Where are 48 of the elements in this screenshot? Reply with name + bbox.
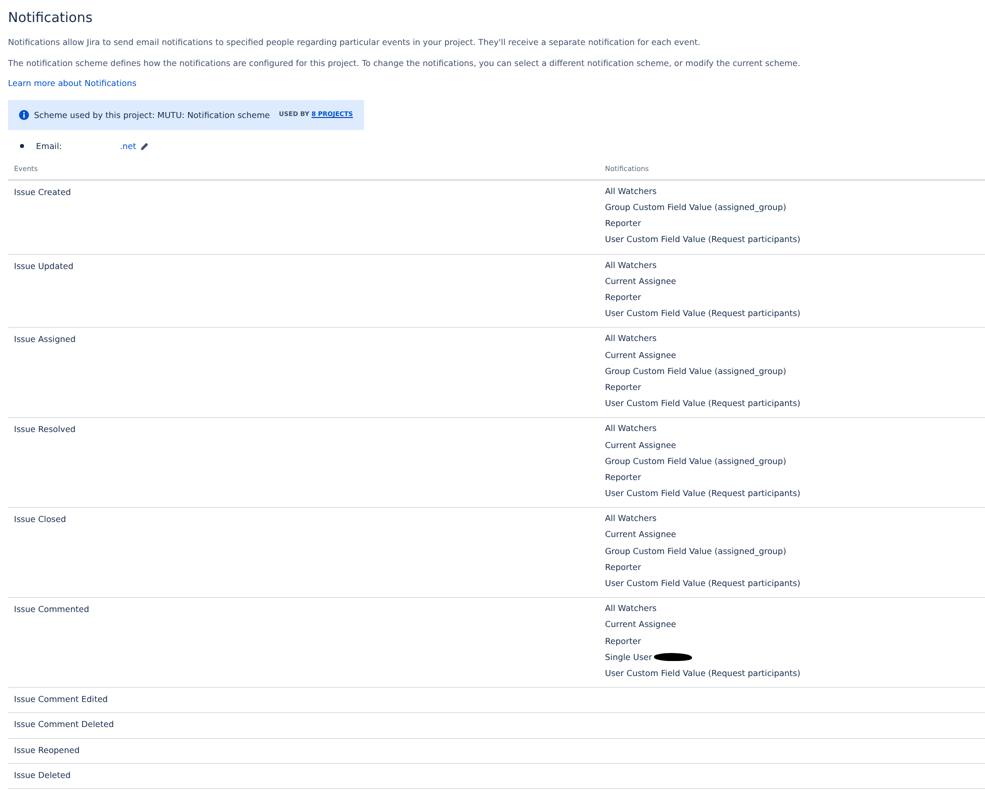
event-name: Issue Created — [14, 186, 71, 197]
notification-recipient: All Watchers — [605, 333, 657, 344]
event-name: Issue Reopened — [14, 744, 80, 754]
notification-recipient: Reporter — [605, 636, 642, 646]
notification-recipient: All Watchers — [605, 603, 657, 614]
event-name: Issue Assigned — [14, 334, 76, 344]
notification-recipient: Reporter — [605, 562, 642, 572]
notification-recipient: User Custom Field Value (Request participants) — [605, 308, 800, 318]
notification-recipient: Current Assignee — [605, 440, 676, 450]
notification-recipient: Group Custom Field Value (assigned_group) — [605, 202, 786, 212]
event-name: Issue Deleted — [14, 770, 71, 780]
notification-recipient: Single User — [605, 652, 652, 662]
notification-recipient: Group Custom Field Value (assigned_group) — [605, 546, 786, 556]
info-icon — [19, 110, 29, 120]
notification-recipient: Group Custom Field Value (assigned_group) — [605, 456, 786, 466]
event-name: Issue Comment Edited — [14, 694, 108, 704]
notification-recipient: Reporter — [605, 472, 642, 482]
description-text: Notifications allow Jira to send email notifications to specified people regarding particular events in your project. They'll receive a separate notification for each event. — [8, 36, 702, 49]
notification-recipient: Reporter — [605, 292, 642, 302]
description-text: The notification scheme defines how the notifications are configured for this project. To change the notifications, you can select a different notification scheme, or modify the current scheme. — [8, 56, 802, 70]
notification-recipient: All Watchers — [605, 260, 657, 270]
notification-recipient: All Watchers — [605, 423, 657, 434]
notification-recipient: Reporter — [605, 382, 642, 392]
notification-recipient: All Watchers — [605, 186, 657, 196]
notification-recipient: Group Custom Field Value (assigned_group) — [605, 366, 786, 376]
pencil-icon[interactable] — [140, 142, 150, 151]
bullet-icon — [20, 144, 24, 148]
event-name: Issue Closed — [14, 514, 66, 524]
notification-recipient: User Custom Field Value (Request participants) — [605, 398, 800, 408]
event-name: Issue Updated — [14, 260, 74, 271]
email-label: Email: — [36, 140, 62, 152]
notification-recipient: User Custom Field Value (Request participants) — [605, 668, 800, 678]
notification-recipient: Current Assignee — [605, 276, 676, 286]
notification-recipient: Current Assignee — [605, 619, 676, 630]
event-name: Issue Resolved — [14, 424, 76, 434]
event-name: Issue Comment Deleted — [14, 719, 114, 730]
notification-recipient: User Custom Field Value (Request participants) — [605, 488, 800, 498]
learn-more-link[interactable]: Learn more about Notifications — [8, 78, 136, 88]
event-name: Issue Commented — [14, 604, 90, 614]
email-value: .net — [120, 140, 136, 152]
notification-recipient: Current Assignee — [605, 350, 676, 360]
notification-recipient: User Custom Field Value (Request participants) — [605, 234, 800, 244]
scheme-text: Scheme used by this project: MUTU: Notification scheme — [34, 108, 270, 121]
notification-recipient: Reporter — [605, 218, 642, 228]
notification-recipient: Current Assignee — [605, 529, 676, 540]
notification-recipient: All Watchers — [605, 513, 657, 524]
page-title: Notifications — [8, 10, 94, 26]
notification-recipient: User Custom Field Value (Request participants) — [605, 578, 800, 588]
